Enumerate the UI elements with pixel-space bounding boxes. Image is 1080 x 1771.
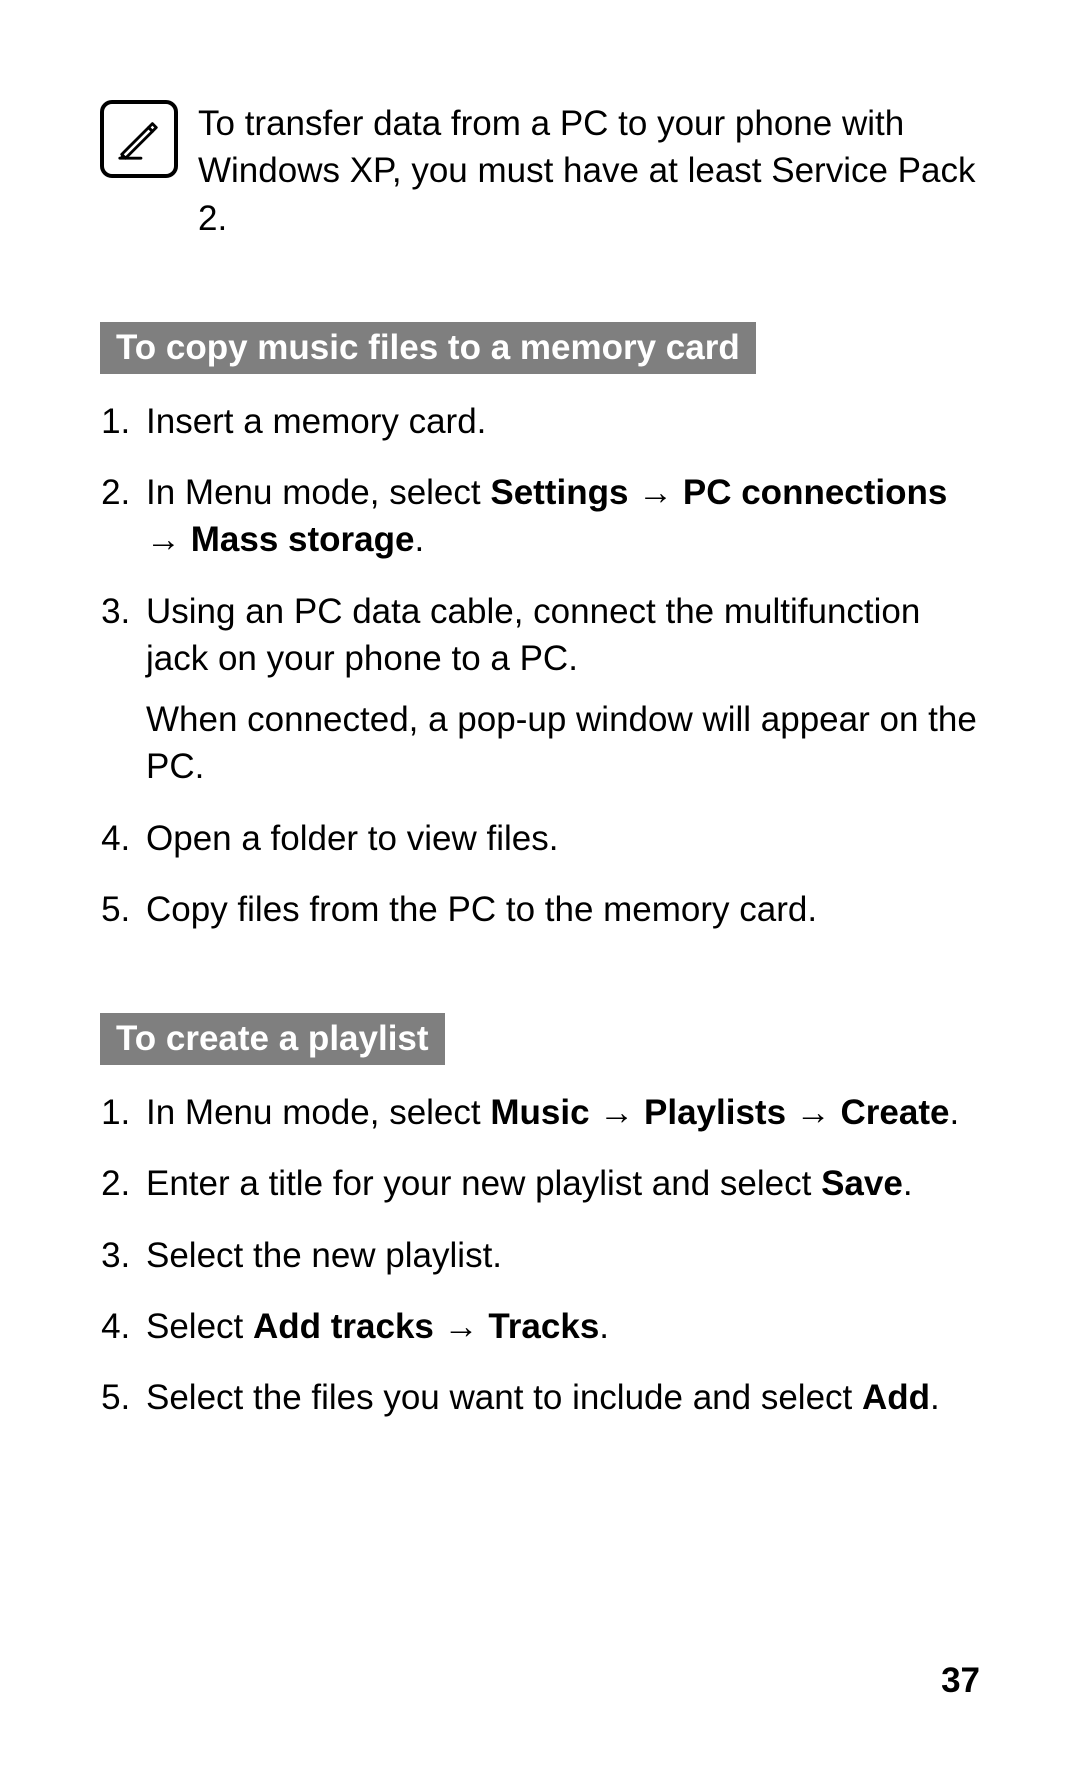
bold-text: Music	[490, 1093, 589, 1132]
bold-text: Add	[862, 1378, 930, 1417]
steps-copy-music: Insert a memory card. In Menu mode, sele…	[100, 398, 980, 933]
manual-page: To transfer data from a PC to your phone…	[0, 0, 1080, 1771]
arrow-icon	[434, 1307, 488, 1346]
step-text: Select	[146, 1307, 253, 1346]
bold-text: Add tracks	[253, 1307, 434, 1346]
step-item: Using an PC data cable, connect the mult…	[140, 588, 980, 791]
bold-text: Tracks	[488, 1307, 599, 1346]
step-text: Open a folder to view files.	[146, 819, 558, 858]
step-text: Insert a memory card.	[146, 402, 486, 441]
step-item: Select Add tracks Tracks.	[140, 1303, 980, 1350]
bold-text: Create	[841, 1093, 950, 1132]
pencil-note-icon	[116, 116, 162, 162]
arrow-icon	[786, 1093, 840, 1132]
step-text: When connected, a pop-up window will app…	[146, 696, 980, 791]
step-text: Select the files you want to include and…	[146, 1378, 862, 1417]
period: .	[949, 1093, 959, 1132]
step-item: In Menu mode, select Settings PC connecti…	[140, 469, 980, 564]
step-text: Enter a title for your new playlist and …	[146, 1164, 821, 1203]
bold-text: Settings	[490, 473, 628, 512]
arrow-icon	[590, 1093, 644, 1132]
arrow-icon	[628, 473, 682, 512]
note-icon	[100, 100, 178, 178]
step-item: In Menu mode, select Music Playlists Creat…	[140, 1089, 980, 1136]
bold-text: Playlists	[644, 1093, 786, 1132]
step-item: Copy files from the PC to the memory car…	[140, 886, 980, 933]
step-text: In Menu mode, select	[146, 1093, 490, 1132]
period: .	[903, 1164, 913, 1203]
step-text: In Menu mode, select	[146, 473, 490, 512]
period: .	[930, 1378, 940, 1417]
step-item: Select the files you want to include and…	[140, 1374, 980, 1421]
bold-text: PC connections	[683, 473, 947, 512]
page-number: 37	[941, 1661, 980, 1701]
steps-create-playlist: In Menu mode, select Music Playlists Creat…	[100, 1089, 980, 1421]
section-heading-copy-music: To copy music files to a memory card	[100, 322, 756, 374]
step-item: Open a folder to view files.	[140, 815, 980, 862]
step-item: Enter a title for your new playlist and …	[140, 1160, 980, 1207]
step-item: Select the new playlist.	[140, 1232, 980, 1279]
bold-text: Save	[821, 1164, 903, 1203]
step-item: Insert a memory card.	[140, 398, 980, 445]
period: .	[599, 1307, 609, 1346]
period: .	[414, 520, 424, 559]
step-text: Select the new playlist.	[146, 1236, 502, 1275]
note-text: To transfer data from a PC to your phone…	[198, 100, 980, 242]
bold-text: Mass storage	[191, 520, 415, 559]
arrow-icon	[146, 520, 191, 559]
step-text: Using an PC data cable, connect the mult…	[146, 592, 920, 678]
section-heading-create-playlist: To create a playlist	[100, 1013, 445, 1065]
step-text: Copy files from the PC to the memory car…	[146, 890, 817, 929]
note-callout: To transfer data from a PC to your phone…	[100, 100, 980, 242]
